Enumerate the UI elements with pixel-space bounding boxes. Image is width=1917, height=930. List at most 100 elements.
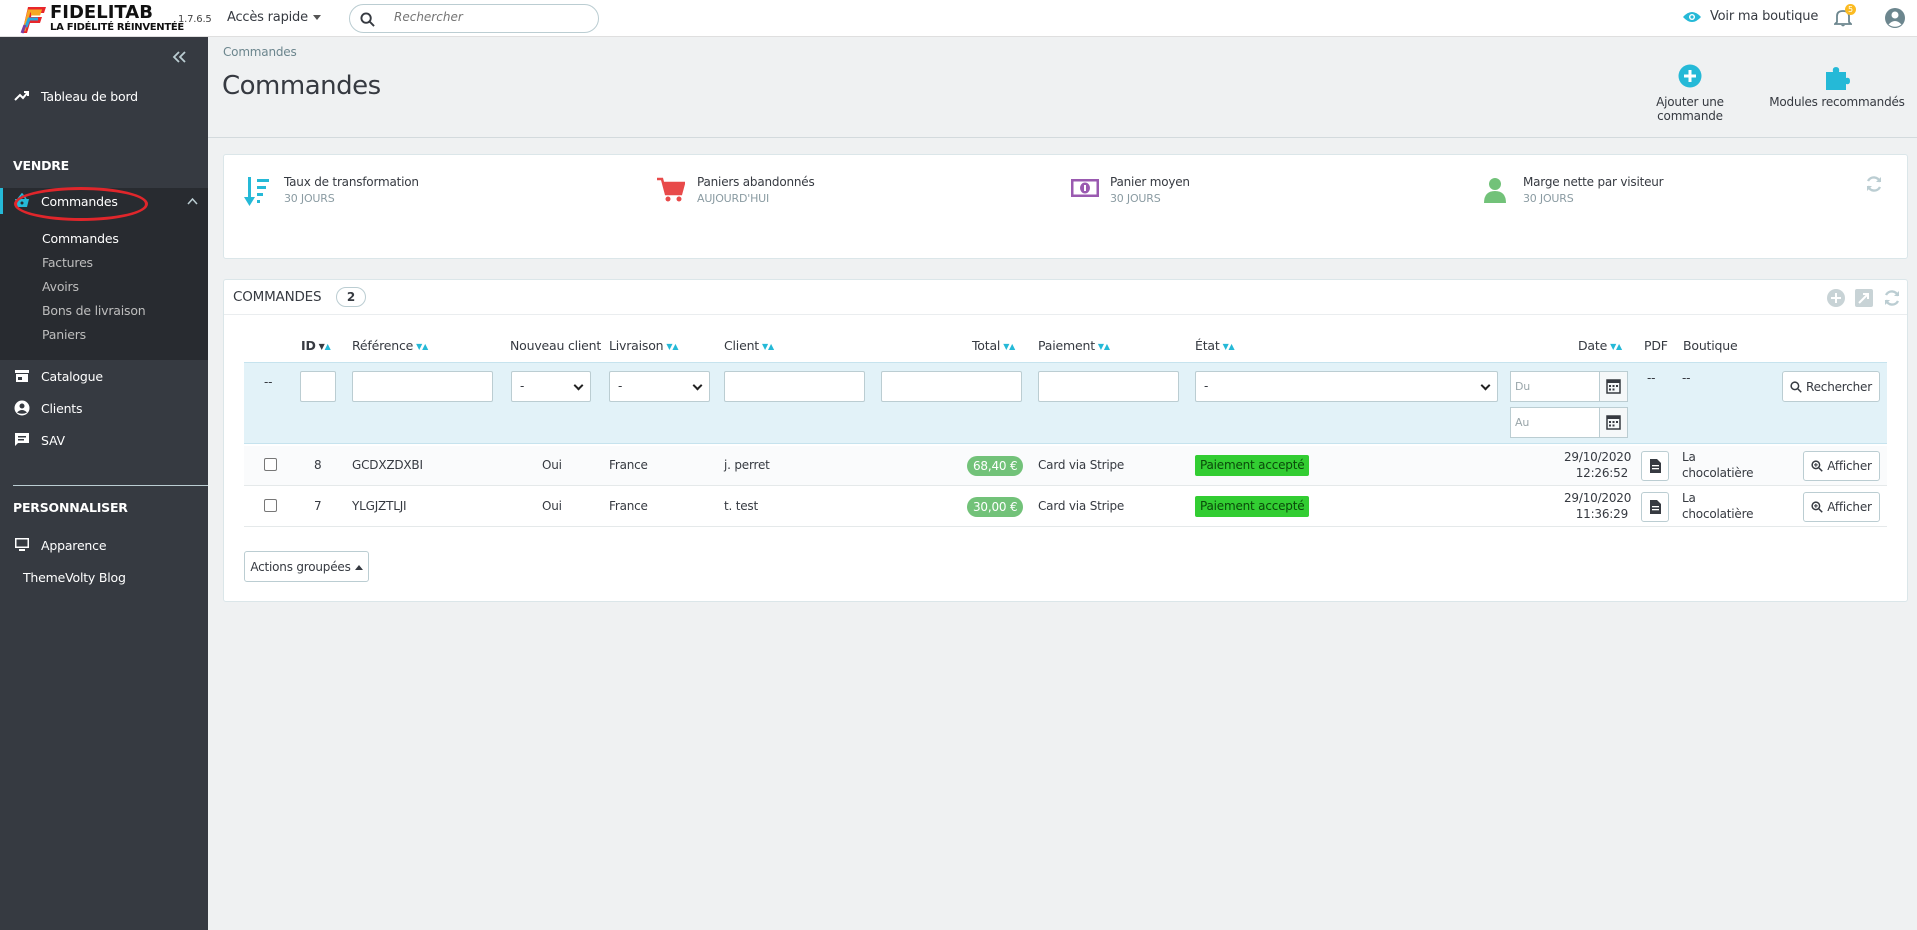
sort-icon: ▼▲	[1610, 342, 1622, 351]
order-total-badge: 30,00 €	[967, 497, 1024, 517]
monitor-icon	[15, 538, 29, 551]
invoice-pdf-button[interactable]	[1641, 451, 1669, 481]
sort-amount-icon	[244, 177, 269, 206]
puzzle-icon	[1826, 67, 1850, 90]
order-shop-line2: chocolatière	[1682, 466, 1754, 480]
row-select-checkbox[interactable]	[264, 458, 277, 471]
annotation-circle	[14, 187, 148, 221]
table-row[interactable]: 8 GCDXZDXBI Oui France j. perret 68,40 €…	[244, 446, 1887, 486]
order-shop-line1: La	[1682, 491, 1696, 505]
quick-access-dropdown[interactable]: Accès rapide	[227, 10, 321, 25]
filter-payment-input[interactable]	[1038, 371, 1179, 402]
kpi-refresh-button[interactable]	[1865, 175, 1883, 196]
filter-date-to-input[interactable]: Au	[1510, 407, 1600, 438]
invoice-pdf-button[interactable]	[1641, 492, 1669, 522]
filter-client-input[interactable]	[724, 371, 865, 402]
filter-new-client-select[interactable]: -	[511, 371, 591, 402]
sidebar-subitem-invoices[interactable]: Factures	[42, 255, 93, 270]
header-separator	[208, 137, 1917, 138]
breadcrumb[interactable]: Commandes	[223, 45, 297, 59]
order-reference: GCDXZDXBI	[352, 458, 423, 472]
order-date: 29/10/2020	[1564, 450, 1632, 464]
filter-date-from-input[interactable]: Du	[1510, 371, 1600, 402]
collapse-sidebar-button[interactable]	[171, 49, 187, 68]
sidebar-subitem-credit-slips[interactable]: Avoirs	[42, 279, 79, 294]
column-header-reference[interactable]: Référence ▼▲	[352, 338, 428, 353]
caret-down-icon	[312, 15, 321, 20]
file-icon	[1650, 500, 1661, 514]
sidebar-subitem-orders[interactable]: Commandes	[42, 231, 119, 246]
view-order-button[interactable]: Afficher	[1803, 451, 1880, 481]
filter-shop-placeholder: --	[1682, 371, 1691, 385]
date-from-calendar-button[interactable]	[1599, 371, 1628, 402]
view-shop-link[interactable]: Voir ma boutique	[1682, 9, 1818, 24]
kpi-title: Taux de transformation	[284, 175, 419, 189]
account-button[interactable]	[1884, 7, 1906, 32]
date-to-calendar-button[interactable]	[1599, 407, 1628, 438]
kpi-period: 30 JOURS	[1110, 192, 1161, 205]
notifications-button[interactable]: 5	[1832, 4, 1856, 31]
column-label: Paiement	[1038, 338, 1095, 353]
search-input[interactable]	[394, 10, 584, 24]
refresh-list-button[interactable]	[1883, 289, 1901, 307]
sidebar-item-dashboard[interactable]: Tableau de bord	[0, 83, 208, 109]
sidebar-item-appearance[interactable]: Apparence	[0, 532, 208, 558]
order-payment: Card via Stripe	[1038, 499, 1125, 513]
view-order-button[interactable]: Afficher	[1803, 492, 1880, 522]
column-header-state[interactable]: État ▼▲	[1195, 338, 1235, 353]
sidebar-item-customers[interactable]: Clients	[0, 395, 208, 421]
section-title-customize: PERSONNALISER	[13, 500, 128, 515]
column-header-payment[interactable]: Paiement ▼▲	[1038, 338, 1110, 353]
search-icon	[1790, 380, 1802, 393]
bulk-actions-button[interactable]: Actions groupées	[244, 551, 369, 582]
column-header-id[interactable]: ID ▼▲	[301, 338, 331, 353]
column-header-client[interactable]: Client ▼▲	[724, 338, 774, 353]
filter-state-select[interactable]: -	[1195, 371, 1498, 402]
filter-total-input[interactable]	[881, 371, 1022, 402]
filter-delivery-select[interactable]: -	[609, 371, 710, 402]
sort-icon: ▼▲	[762, 342, 774, 351]
sidebar-item-label: Catalogue	[41, 368, 103, 384]
add-new-button[interactable]	[1827, 289, 1845, 307]
order-id: 8	[314, 458, 322, 472]
sidebar-divider	[13, 485, 208, 486]
column-label: Boutique	[1683, 338, 1738, 353]
calendar-icon	[1606, 379, 1621, 394]
kpi-title: Paniers abandonnés	[697, 175, 815, 189]
sidebar-item-catalog[interactable]: Catalogue	[0, 363, 208, 389]
kpi-title: Marge nette par visiteur	[1523, 175, 1664, 189]
caret-up-icon	[354, 564, 363, 570]
recommended-modules-label: Modules recommandés	[1769, 95, 1905, 109]
column-header-total[interactable]: Total ▼▲	[972, 338, 1015, 353]
add-order-label: Ajouter une commande	[1656, 95, 1724, 123]
search-button-label: Rechercher	[1806, 379, 1872, 394]
double-chevron-left-icon	[172, 51, 186, 63]
logo[interactable]: FIDELITAB LA FIDÉLITÉ RÉINVENTÉE	[18, 0, 184, 37]
order-new-client: Oui	[542, 499, 562, 513]
column-header-delivery[interactable]: Livraison ▼▲	[609, 338, 678, 353]
sidebar-subitem-delivery-slips[interactable]: Bons de livraison	[42, 303, 146, 318]
export-button[interactable]	[1855, 289, 1873, 307]
column-header-date[interactable]: Date ▼▲	[1578, 338, 1622, 353]
table-row[interactable]: 7 YLGJZTLJI Oui France t. test 30,00 € C…	[244, 487, 1887, 527]
order-time: 12:26:52	[1575, 466, 1628, 480]
recommended-modules-button[interactable]: Modules recommandés	[1768, 64, 1906, 109]
user-circle-icon	[1885, 8, 1905, 28]
filter-placeholder: --	[264, 375, 273, 389]
sidebar-item-sav[interactable]: SAV	[0, 427, 208, 453]
sidebar-item-themevolty-blog[interactable]: ThemeVolty Blog	[0, 564, 208, 590]
logo-mark-icon	[18, 3, 48, 35]
sidebar-subitem-carts[interactable]: Paniers	[42, 327, 86, 342]
order-payment: Card via Stripe	[1038, 458, 1125, 472]
filter-id-input[interactable]	[300, 371, 336, 402]
filter-search-button[interactable]: Rechercher	[1782, 371, 1880, 402]
sort-icon: ▼▲	[1222, 342, 1235, 351]
add-order-button[interactable]: Ajouter une commande	[1622, 64, 1758, 123]
row-select-checkbox[interactable]	[264, 499, 277, 512]
filter-reference-input[interactable]	[352, 371, 493, 402]
logo-name: FIDELITAB	[50, 2, 153, 23]
trending-up-icon	[14, 91, 29, 101]
column-label: ID	[301, 338, 316, 353]
column-label: Nouveau client	[510, 338, 602, 353]
kpi-period: 30 JOURS	[284, 192, 335, 205]
